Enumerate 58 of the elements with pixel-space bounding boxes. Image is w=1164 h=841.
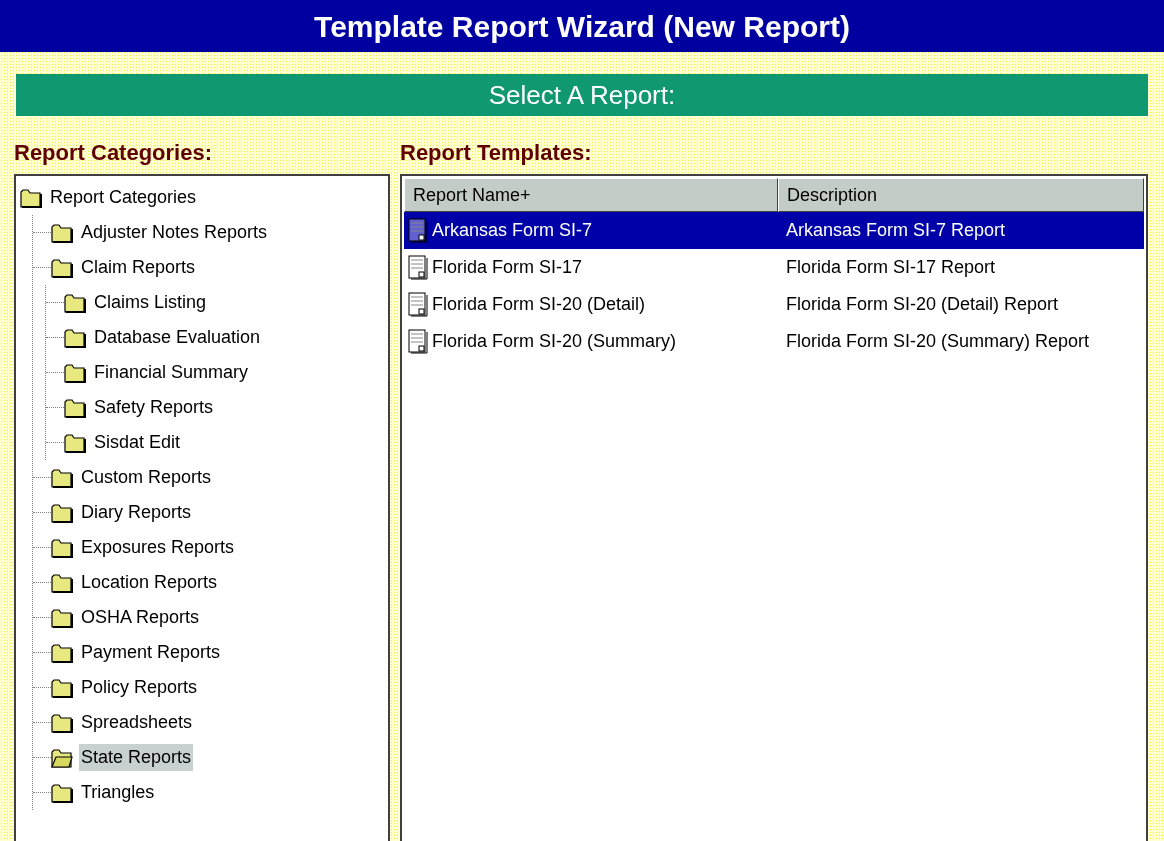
tree-item[interactable]: Diary Reports: [79, 499, 194, 526]
document-icon: [408, 291, 428, 318]
panel-heading: Report Templates:: [400, 139, 593, 167]
folder-icon: [64, 432, 86, 453]
tree-item[interactable]: Exposures Reports: [79, 534, 237, 561]
folder-icon: [64, 362, 86, 383]
document-icon: [408, 328, 428, 355]
tree-item[interactable]: Report Categories: [48, 184, 199, 211]
tree-item[interactable]: Custom Reports: [79, 464, 214, 491]
tree-item[interactable]: Policy Reports: [79, 674, 200, 701]
folder-icon: [51, 607, 73, 628]
title-bar: Template Report Wizard (New Report): [0, 0, 1164, 52]
folder-icon: [51, 642, 73, 663]
section-bar: Select A Report:: [16, 74, 1148, 116]
tree-item[interactable]: State Reports: [79, 744, 194, 771]
tree-item[interactable]: Safety Reports: [92, 394, 216, 421]
table-cell-text: Florida Form SI-20 (Summary) Report: [785, 330, 1090, 353]
open-folder-icon: [51, 747, 73, 768]
list-row[interactable]: Florida Form SI-17 Florida Form SI-17 Report: [404, 249, 1144, 286]
folder-icon: [64, 292, 86, 313]
column-header[interactable]: Report Name+: [404, 178, 778, 212]
tree-item[interactable]: OSHA Reports: [79, 604, 202, 631]
folder-icon: [51, 467, 73, 488]
folder-icon: [51, 502, 73, 523]
folder-icon: [51, 537, 73, 558]
folder-icon: [20, 187, 42, 208]
list-row[interactable]: Florida Form SI-20 (Summary) Florida Form SI-20 (Summary) Report: [404, 323, 1144, 360]
table-cell-text: Florida Form SI-17: [432, 256, 583, 279]
table-cell-text: Florida Form SI-20 (Summary): [432, 330, 677, 353]
folder-icon: [51, 677, 73, 698]
folder-icon: [64, 327, 86, 348]
tree-item[interactable]: Location Reports: [79, 569, 220, 596]
table-cell-text: Arkansas Form SI-7 Report: [785, 219, 1006, 242]
tree-item[interactable]: Spreadsheets: [79, 709, 195, 736]
document-icon: [408, 254, 428, 281]
list-row[interactable]: Arkansas Form SI-7 Arkansas Form SI-7 Report: [404, 212, 1144, 249]
tree-item[interactable]: Database Evaluation: [92, 324, 263, 351]
list-row[interactable]: Florida Form SI-20 (Detail) Florida Form SI-20 (Detail) Report: [404, 286, 1144, 323]
folder-icon: [51, 712, 73, 733]
folder-icon: [51, 572, 73, 593]
tree-item[interactable]: Claim Reports: [79, 254, 198, 281]
tree-item[interactable]: Financial Summary: [92, 359, 251, 386]
table-cell-text: Arkansas Form SI-7: [432, 219, 593, 242]
folder-icon: [64, 397, 86, 418]
panel-heading: Report Categories:: [14, 139, 214, 167]
tree-item[interactable]: Payment Reports: [79, 639, 223, 666]
document-icon: [408, 217, 428, 244]
folder-icon: [51, 222, 73, 243]
folder-icon: [51, 257, 73, 278]
folder-icon: [51, 782, 73, 803]
tree-item[interactable]: Adjuster Notes Reports: [79, 219, 270, 246]
tree-item[interactable]: Sisdat Edit: [92, 429, 183, 456]
table-cell-text: Florida Form SI-17 Report: [785, 256, 996, 279]
table-cell-text: Florida Form SI-20 (Detail): [432, 293, 646, 316]
tree-item[interactable]: Claims Listing: [92, 289, 209, 316]
tree-item[interactable]: Triangles: [79, 779, 157, 806]
column-header[interactable]: Description: [778, 178, 1144, 212]
table-cell-text: Florida Form SI-20 (Detail) Report: [785, 293, 1059, 316]
